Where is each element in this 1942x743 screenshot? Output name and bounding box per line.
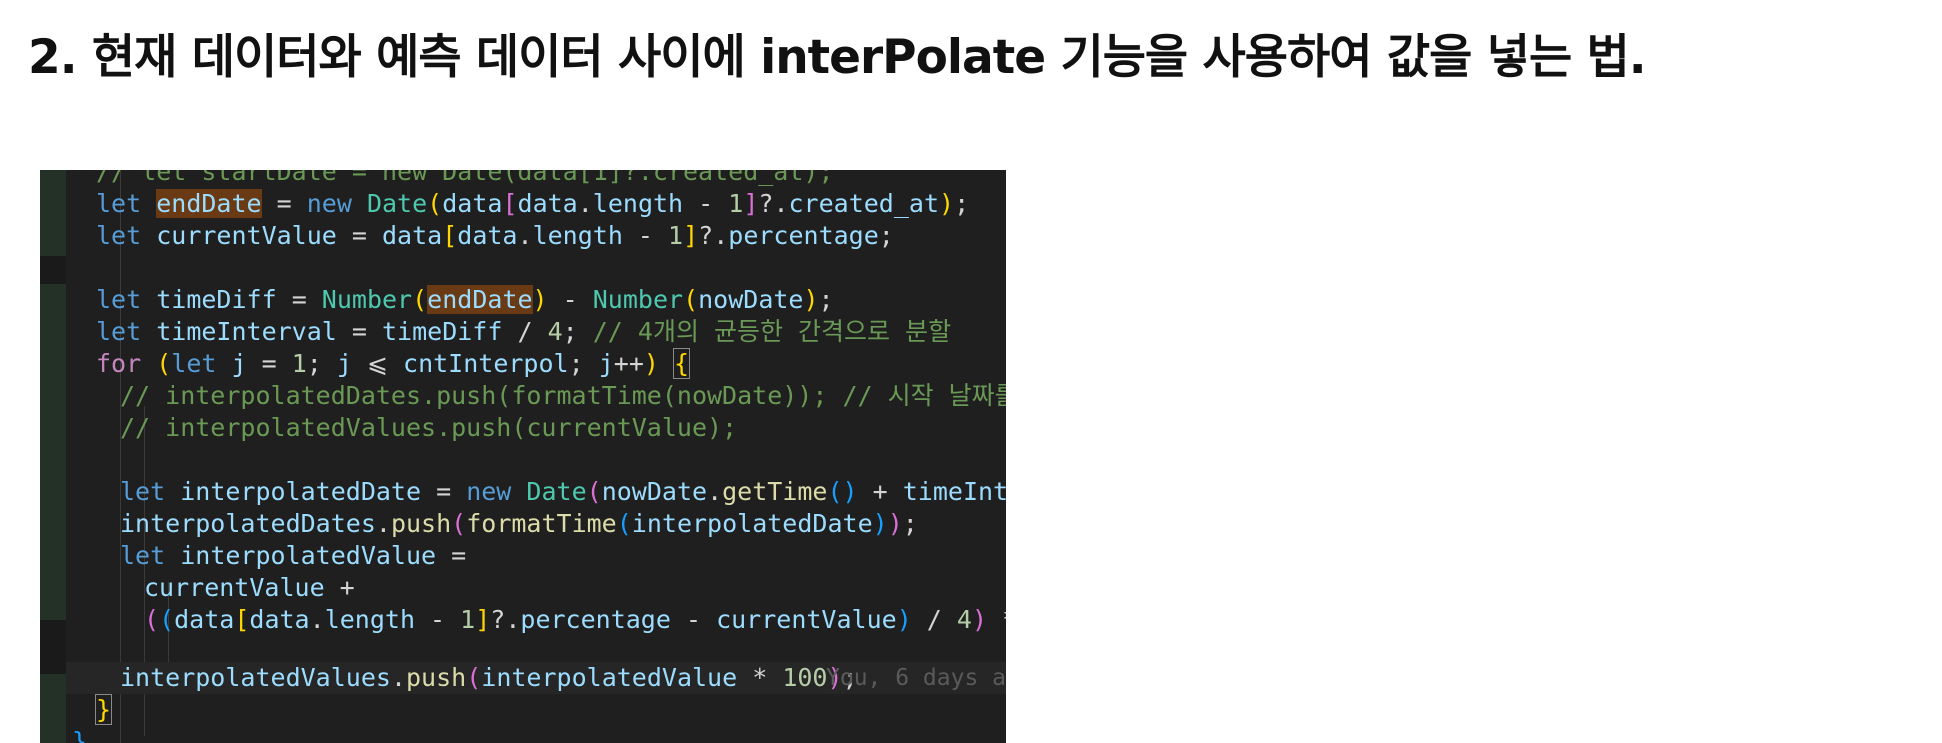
code-line: let interpolatedDate = new Date(nowDate.… bbox=[120, 477, 1006, 506]
git-blame-annotation: You, 6 days ago • bbox=[826, 665, 1006, 691]
code-line: // let startDate = new Date(data[1]?.cre… bbox=[96, 170, 834, 186]
code-line: } bbox=[72, 727, 88, 743]
code-editor[interactable]: // let startDate = new Date(data[1]?.cre… bbox=[40, 170, 1006, 743]
code-line: // interpolatedValues.push(currentValue)… bbox=[120, 413, 738, 442]
code-line: let interpolatedValue = bbox=[120, 541, 467, 570]
code-line: let endDate = new Date(data[data.length … bbox=[96, 189, 970, 218]
code-line: interpolatedDates.push(formatTime(interp… bbox=[120, 509, 918, 538]
page-title: 2. 현재 데이터와 예측 데이터 사이에 interPolate 기능을 사용… bbox=[28, 30, 1647, 85]
code-line: currentValue + bbox=[144, 573, 355, 602]
highlighted-symbol: endDate bbox=[427, 285, 533, 314]
code-line: let timeDiff = Number(endDate) - Number(… bbox=[96, 285, 834, 314]
matched-brace: { bbox=[672, 348, 691, 379]
code-line: for (let j = 1; j ⩽ cntInterpol; j++) { bbox=[96, 348, 691, 379]
code-line: interpolatedValues.push(interpolatedValu… bbox=[120, 663, 858, 692]
code-line: } bbox=[94, 694, 113, 726]
highlighted-symbol: endDate bbox=[156, 189, 262, 218]
code-line: let currentValue = data[data.length - 1]… bbox=[96, 221, 894, 250]
code-line: let timeInterval = timeDiff / 4; // 4개의 … bbox=[96, 317, 952, 346]
matched-brace: } bbox=[94, 694, 113, 725]
code-line: // interpolatedDates.push(formatTime(now… bbox=[120, 381, 1006, 410]
code-line: ((data[data.length - 1]?.percentage - cu… bbox=[144, 605, 1006, 634]
editor-gutter bbox=[40, 170, 66, 743]
